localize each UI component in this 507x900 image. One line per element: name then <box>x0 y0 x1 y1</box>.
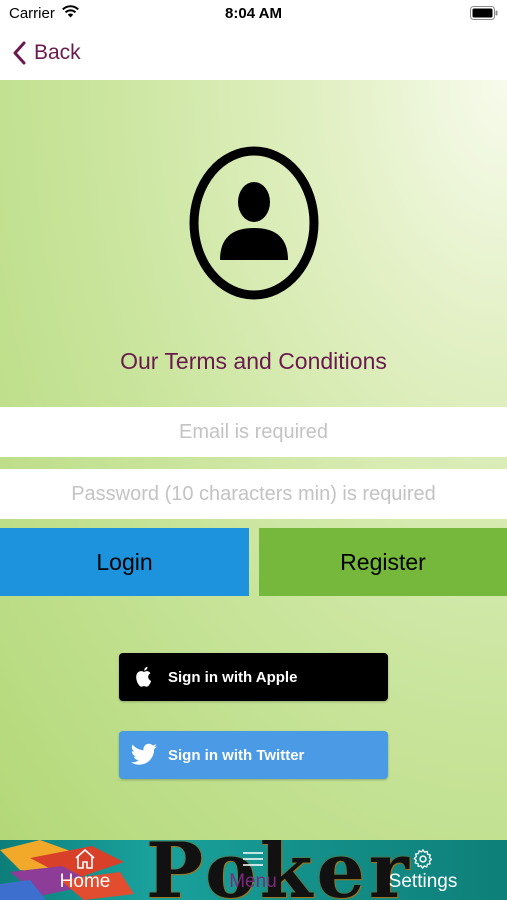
tab-settings-label: Settings <box>388 871 458 892</box>
home-icon <box>75 849 95 869</box>
apple-icon <box>135 666 151 687</box>
tab-bar: Poker Home Menu Settings <box>0 840 507 900</box>
navigation-bar: Back <box>0 28 507 80</box>
battery-icon <box>470 6 498 20</box>
register-button[interactable]: Register <box>259 528 507 596</box>
terms-link[interactable]: Our Terms and Conditions <box>0 348 507 375</box>
back-label: Back <box>34 41 81 64</box>
gear-icon <box>413 849 433 869</box>
login-label: Login <box>96 548 153 575</box>
tab-menu-label: Menu <box>229 871 277 892</box>
back-button[interactable]: Back <box>12 38 81 68</box>
password-field[interactable] <box>0 469 507 519</box>
user-avatar-icon <box>189 146 319 300</box>
sign-in-apple-label: Sign in with Apple <box>168 668 298 686</box>
sign-in-twitter-label: Sign in with Twitter <box>168 746 305 764</box>
tab-settings[interactable]: Settings <box>382 840 464 900</box>
sign-in-twitter-button[interactable]: Sign in with Twitter <box>119 731 388 779</box>
twitter-bird-icon <box>130 743 157 765</box>
login-button[interactable]: Login <box>0 528 249 596</box>
tab-home-label: Home <box>59 871 111 892</box>
chevron-left-icon <box>13 41 26 65</box>
email-field[interactable] <box>0 407 507 457</box>
status-bar: Carrier 8:04 AM <box>0 0 507 28</box>
tab-home[interactable]: Home <box>48 840 122 900</box>
tab-menu[interactable]: Menu <box>220 840 286 900</box>
status-time: 8:04 AM <box>225 5 282 22</box>
sign-in-apple-button[interactable]: Sign in with Apple <box>119 653 388 701</box>
menu-icon <box>243 852 263 866</box>
login-content: Our Terms and Conditions Login Register … <box>0 80 507 840</box>
register-label: Register <box>340 548 426 575</box>
